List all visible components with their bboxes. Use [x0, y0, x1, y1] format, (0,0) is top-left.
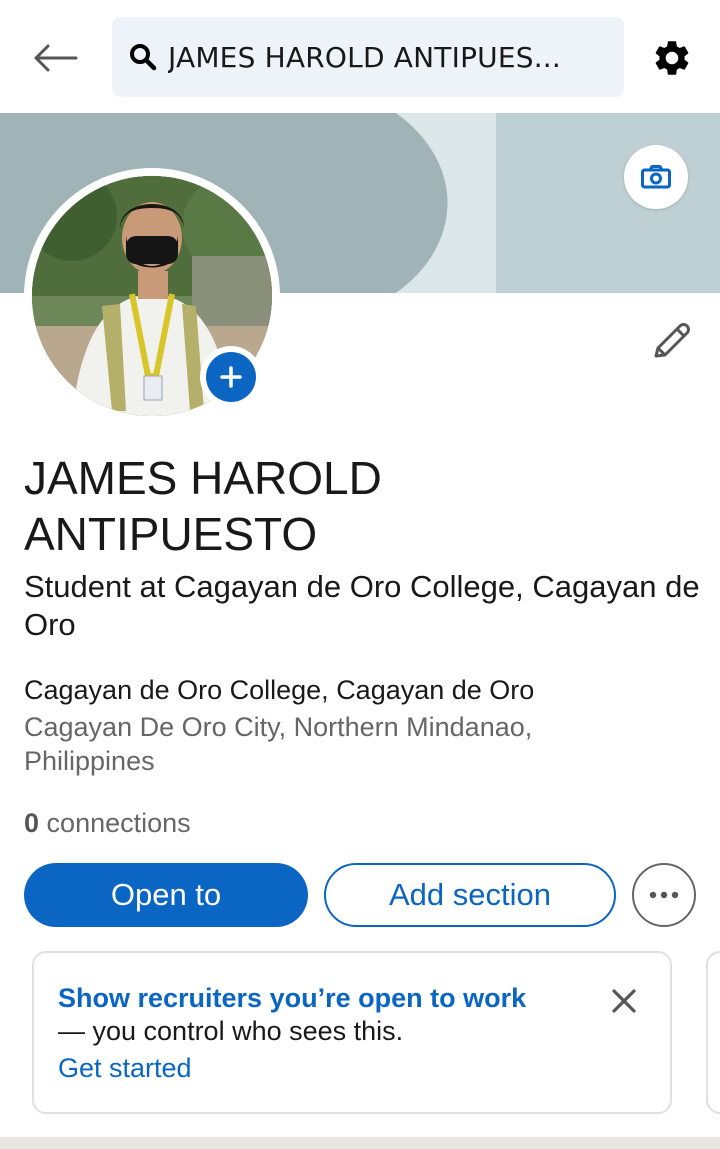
more-actions-button[interactable]: [632, 863, 696, 927]
next-card-peek[interactable]: [706, 951, 720, 1114]
open-to-work-subtitle: — you control who sees this.: [58, 1016, 404, 1046]
add-section-button[interactable]: Add section: [324, 863, 616, 927]
section-divider: [0, 1137, 720, 1149]
banner-arc: [380, 113, 450, 293]
top-bar: JAMES HAROLD ANTIPUES...: [0, 0, 720, 113]
camera-icon: [641, 165, 671, 189]
profile-education[interactable]: Cagayan de Oro College, Cagayan de Oro: [24, 673, 534, 707]
profile-name: JAMES HAROLD ANTIPUESTO: [24, 450, 584, 562]
back-button[interactable]: [24, 30, 86, 86]
add-photo-badge: [206, 352, 256, 402]
profile-headline: Student at Cagayan de Oro College, Cagay…: [24, 569, 700, 642]
add-photo-button[interactable]: [200, 346, 262, 408]
search-input[interactable]: JAMES HAROLD ANTIPUES...: [112, 17, 624, 97]
gear-icon: [655, 41, 689, 75]
arrow-left-icon: [34, 44, 78, 72]
profile-location: Cagayan De Oro City, Northern Mindanao, …: [24, 712, 533, 776]
dismiss-card-button[interactable]: [604, 981, 644, 1021]
connections-label: connections: [46, 808, 191, 838]
connections-number: 0: [24, 808, 40, 838]
close-icon: [612, 989, 636, 1013]
open-to-work-title: Show recruiters you’re open to work: [58, 983, 527, 1013]
ellipsis-icon: [649, 891, 679, 899]
connections-count[interactable]: 0 connections: [24, 806, 191, 840]
banner-shape-right: [496, 113, 720, 293]
edit-banner-button[interactable]: [624, 145, 688, 209]
search-query: JAMES HAROLD ANTIPUES...: [168, 40, 562, 74]
profile-name-line1: JAMES HAROLD: [24, 452, 382, 504]
plus-icon: [220, 366, 242, 388]
open-to-button[interactable]: Open to: [24, 863, 308, 927]
get-started-link[interactable]: Get started: [58, 1051, 192, 1085]
search-icon: [128, 42, 158, 72]
profile-name-line2: ANTIPUESTO: [24, 508, 318, 560]
settings-button[interactable]: [646, 32, 698, 84]
open-to-work-card: Show recruiters you’re open to work — yo…: [32, 951, 672, 1114]
edit-profile-button[interactable]: [646, 316, 696, 366]
pencil-icon: [654, 323, 690, 358]
